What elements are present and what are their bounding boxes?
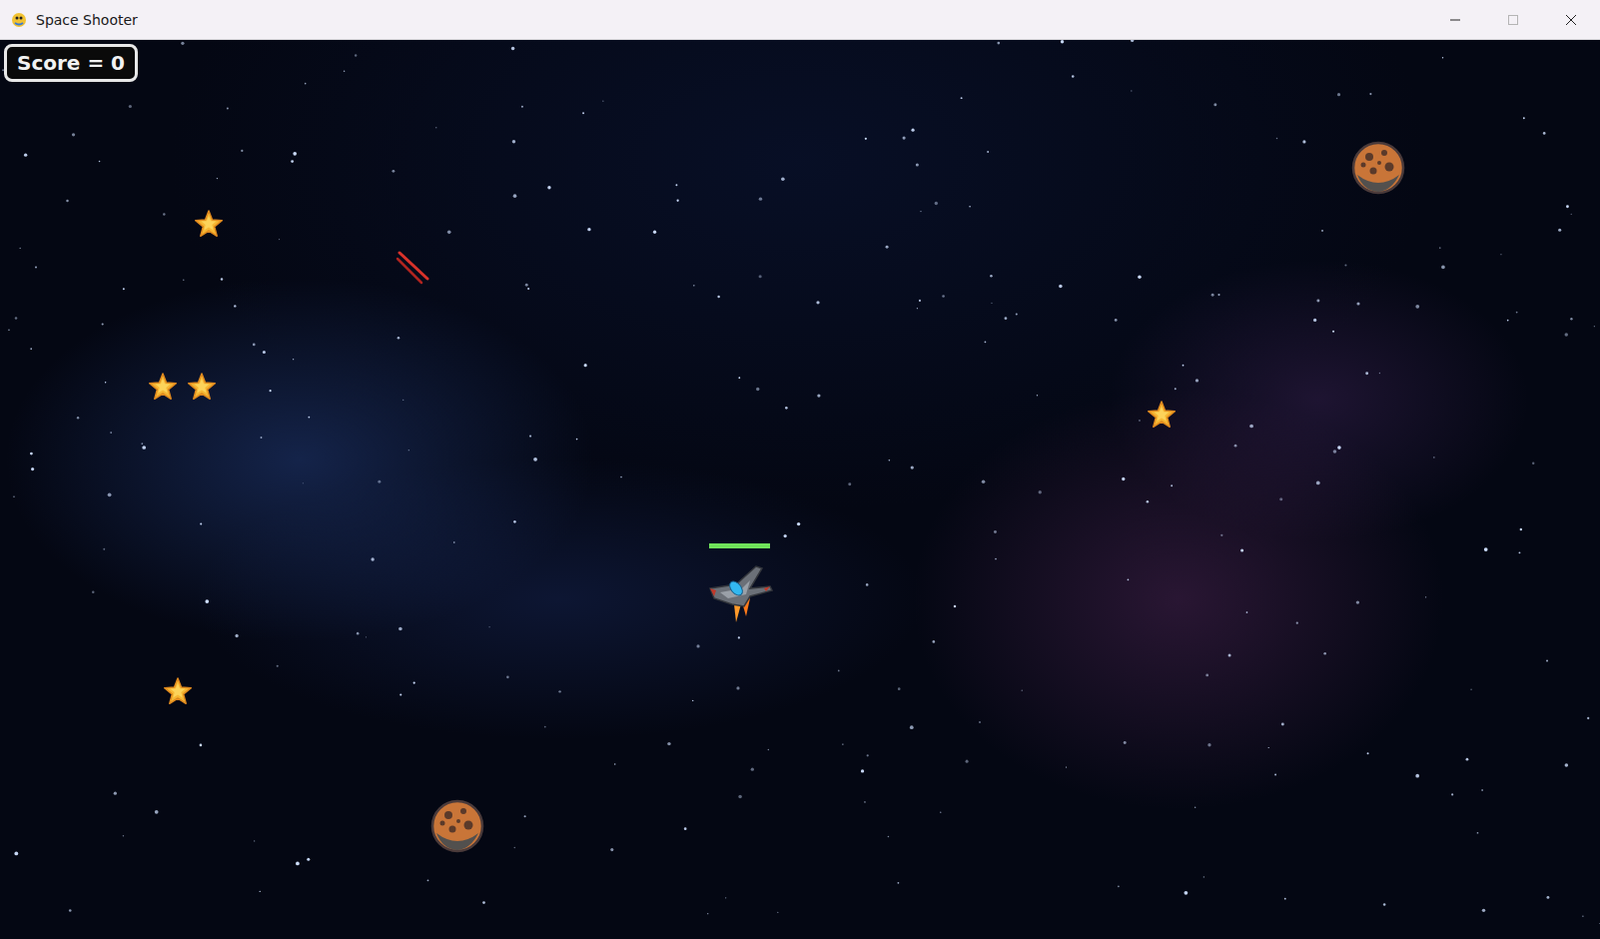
asteroid (430, 799, 485, 853)
asteroid-icon (1351, 140, 1406, 195)
asteroid (1351, 140, 1406, 195)
player-ship-icon[interactable] (706, 558, 775, 625)
star-pickup-icon (162, 676, 193, 707)
health-bar (709, 543, 771, 549)
window-controls (1426, 0, 1600, 39)
star-pickup (1146, 399, 1177, 430)
player-ship[interactable] (706, 558, 775, 625)
minimize-icon (1449, 13, 1462, 26)
minimize-button[interactable] (1426, 0, 1485, 39)
star-pickup-icon (1146, 399, 1177, 430)
close-button[interactable] (1542, 0, 1600, 39)
title-bar: Space Shooter (0, 0, 1600, 40)
maximize-icon (1507, 13, 1520, 26)
star-pickup (147, 371, 178, 402)
laser-shot (393, 246, 434, 287)
score-display: Score = 0 (3, 43, 138, 82)
window-title: Space Shooter (35, 11, 1419, 28)
laser-icon (393, 246, 434, 287)
star-pickup (193, 208, 224, 239)
star-pickup (186, 371, 217, 402)
star-pickup (162, 676, 193, 707)
health-fill (709, 543, 771, 549)
star-pickup-icon (147, 371, 178, 402)
game-window: Space Shooter Score = 0 (0, 0, 1600, 939)
star-pickup-icon (186, 371, 217, 402)
pygame-logo-icon (9, 10, 28, 29)
asteroid-icon (430, 799, 485, 853)
game-canvas[interactable]: Score = 0 (0, 39, 1600, 939)
maximize-button (1484, 0, 1543, 39)
star-pickup-icon (193, 208, 224, 239)
close-icon (1565, 13, 1578, 26)
